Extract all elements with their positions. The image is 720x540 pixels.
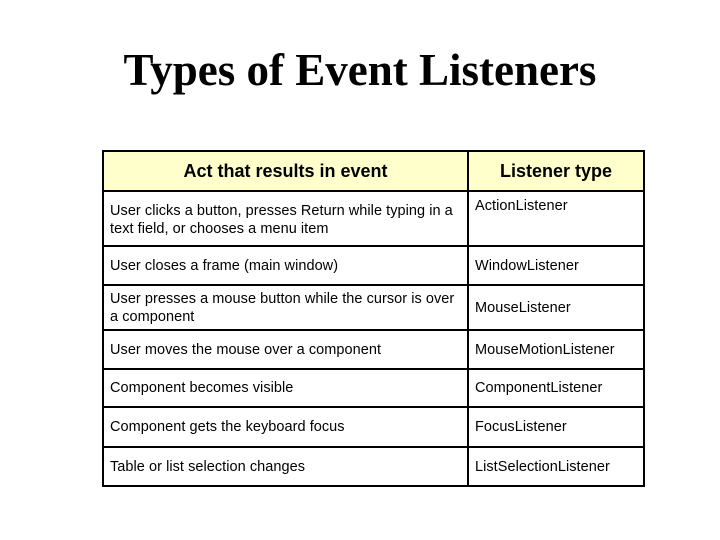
listener-cell: WindowListener [467,245,645,286]
act-cell: Table or list selection changes [102,446,469,487]
header-listener-type: Listener type [467,150,645,192]
table-row: User presses a mouse button while the cu… [102,284,645,331]
listener-cell: ComponentListener [467,368,645,408]
table-row: Component becomes visible ComponentListe… [102,368,645,408]
table-row: User closes a frame (main window) Window… [102,245,645,286]
table-header-row: Act that results in event Listener type [102,150,645,192]
act-cell: User moves the mouse over a component [102,329,469,370]
slide-title: Types of Event Listeners [123,45,597,95]
table-row: User clicks a button, presses Return whi… [102,190,645,247]
listener-cell: ListSelectionListener [467,446,645,487]
listener-cell: MouseListener [467,284,645,331]
event-listener-table: Act that results in event Listener type … [102,150,645,487]
table-row: Table or list selection changes ListSele… [102,446,645,487]
act-cell: Component becomes visible [102,368,469,408]
listener-cell: ActionListener [467,190,645,247]
listener-cell: FocusListener [467,406,645,448]
act-cell: User closes a frame (main window) [102,245,469,286]
table-row: Component gets the keyboard focus FocusL… [102,406,645,448]
listener-cell: MouseMotionListener [467,329,645,370]
header-act: Act that results in event [102,150,469,192]
act-cell: User presses a mouse button while the cu… [102,284,469,331]
act-cell: User clicks a button, presses Return whi… [102,190,469,247]
event-listener-table-container: Act that results in event Listener type … [102,150,645,487]
table-row: User moves the mouse over a component Mo… [102,329,645,370]
act-cell: Component gets the keyboard focus [102,406,469,448]
